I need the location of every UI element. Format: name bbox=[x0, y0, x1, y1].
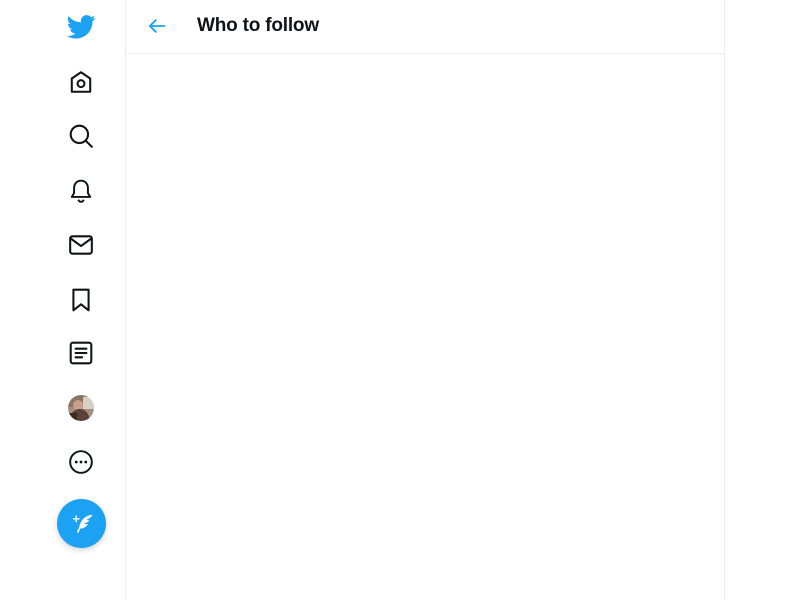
home-icon bbox=[70, 71, 92, 93]
nav-messages[interactable] bbox=[57, 221, 105, 269]
compose-tweet-button[interactable] bbox=[57, 499, 106, 548]
nav-explore[interactable] bbox=[57, 112, 105, 160]
search-icon bbox=[69, 124, 93, 148]
lists-icon bbox=[69, 341, 93, 365]
envelope-icon bbox=[69, 235, 93, 255]
avatar bbox=[68, 395, 94, 421]
page-title: Who to follow bbox=[197, 15, 319, 36]
nav-profile[interactable] bbox=[57, 384, 105, 432]
nav-more[interactable] bbox=[57, 438, 105, 486]
compose-feather-icon bbox=[72, 514, 92, 533]
bell-icon bbox=[70, 179, 92, 203]
back-button[interactable] bbox=[142, 8, 172, 44]
more-icon bbox=[69, 450, 93, 474]
page-header: Who to follow bbox=[126, 0, 724, 54]
nav-lists[interactable] bbox=[57, 329, 105, 377]
app-window: Who to follow bbox=[0, 0, 800, 600]
main-column: Who to follow bbox=[125, 0, 725, 600]
twitter-logo-button[interactable] bbox=[57, 3, 105, 51]
nav-bookmarks[interactable] bbox=[57, 276, 105, 324]
nav-home[interactable] bbox=[57, 58, 105, 106]
arrow-left-icon bbox=[149, 19, 166, 33]
twitter-logo-icon bbox=[66, 15, 95, 39]
sidebar-nav bbox=[0, 0, 125, 600]
nav-notifications[interactable] bbox=[57, 167, 105, 215]
bookmark-icon bbox=[72, 288, 90, 312]
